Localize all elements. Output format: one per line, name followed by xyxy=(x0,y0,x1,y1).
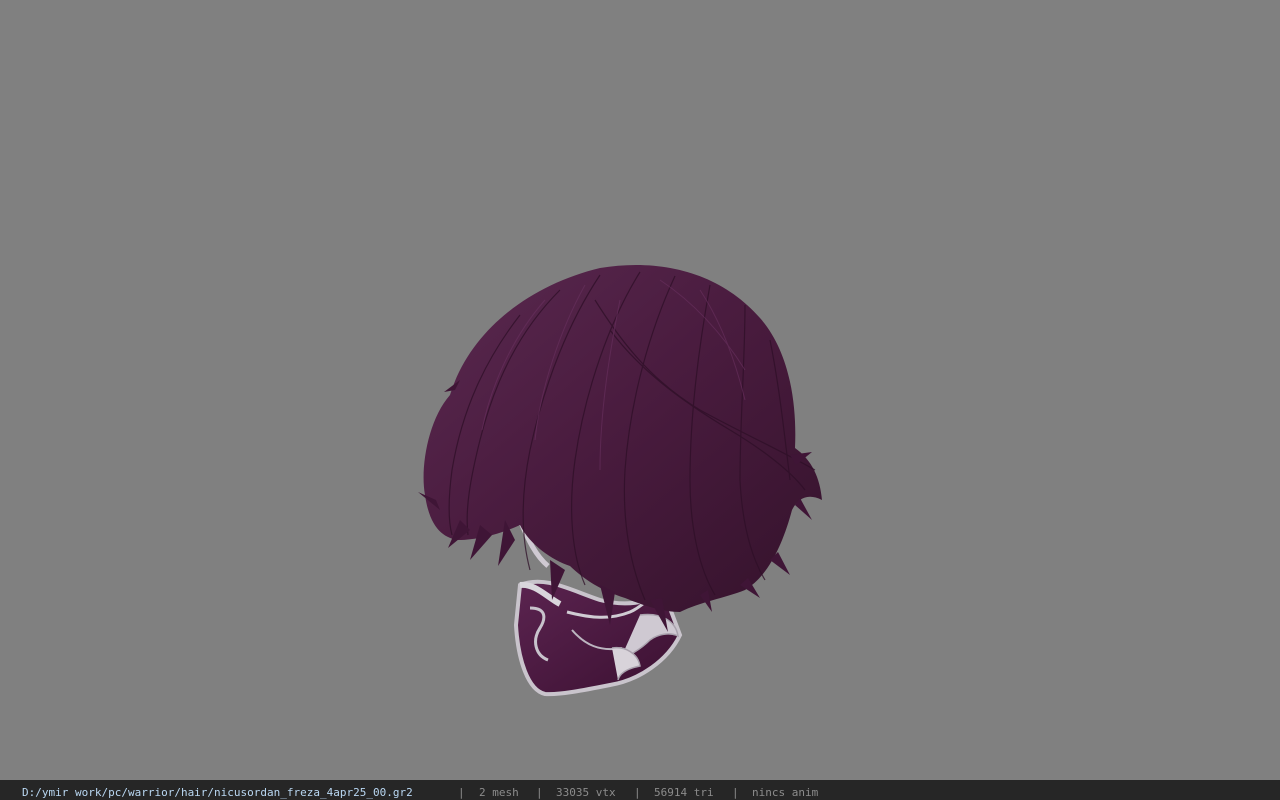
separator: | xyxy=(732,786,739,799)
separator: | xyxy=(536,786,543,799)
hair-mesh xyxy=(418,264,822,632)
animation-status: nincs anim xyxy=(752,786,819,799)
3d-viewport[interactable] xyxy=(0,0,1280,780)
hair-model-preview xyxy=(418,264,822,697)
status-bar: D:/ymir work/pc/warrior/hair/nicusordan_… xyxy=(0,780,1280,800)
separator: | xyxy=(458,786,465,799)
triangle-count: 56914 tri xyxy=(654,786,714,799)
separator: | xyxy=(634,786,641,799)
file-path: D:/ymir work/pc/warrior/hair/nicusordan_… xyxy=(22,786,413,799)
vertex-count: 33035 vtx xyxy=(556,786,616,799)
mesh-count: 2 mesh xyxy=(479,786,519,799)
